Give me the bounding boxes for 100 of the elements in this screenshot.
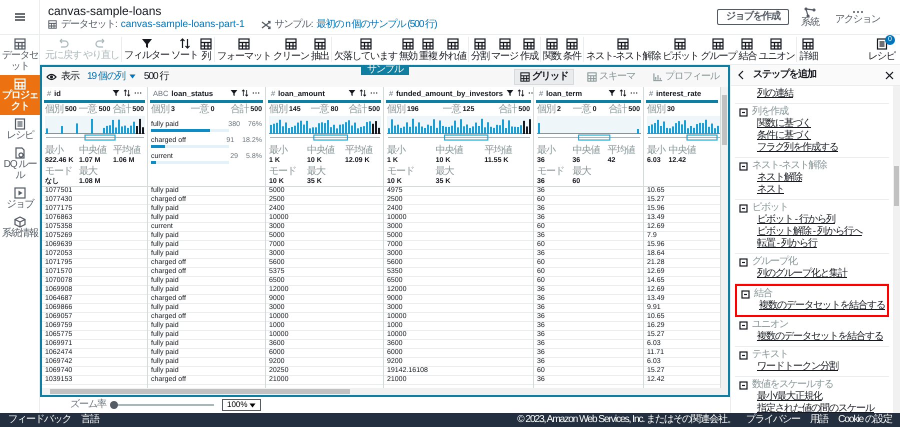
toolbar-button[interactable]: 抽出 xyxy=(310,38,330,62)
table-icon xyxy=(587,72,597,82)
toolbar-button[interactable]: 作成 xyxy=(519,38,539,62)
close-icon[interactable] xyxy=(885,70,894,80)
action-button[interactable]: アクション xyxy=(831,9,884,26)
footer-link[interactable]: プライバシー xyxy=(746,413,800,427)
sidebar-item[interactable]: 系統情報 xyxy=(0,213,40,242)
toolbar-button[interactable]: 欠落しています xyxy=(333,38,398,62)
toolbar-button[interactable]: ソート xyxy=(170,38,199,62)
filter-icon xyxy=(140,38,152,50)
step-link[interactable]: ピボット - 行から列 xyxy=(739,214,835,226)
footer-link[interactable]: 言語 xyxy=(81,413,99,427)
square-icon xyxy=(739,108,748,117)
square-icon xyxy=(739,380,748,390)
step-link[interactable]: 関数に基づく xyxy=(739,118,811,130)
play-icon xyxy=(14,187,26,200)
sample-tab[interactable]: サンプル xyxy=(361,64,409,75)
toolbar-button[interactable]: 無効 xyxy=(398,38,418,62)
stat-label: 最小 xyxy=(647,144,665,156)
view-tab[interactable]: グリッド xyxy=(514,68,574,85)
toolbar-button[interactable]: フィルター xyxy=(123,38,170,62)
footer-link[interactable]: フィードバック xyxy=(8,413,71,427)
count-label: 一意 xyxy=(78,104,97,116)
filter-icon[interactable] xyxy=(230,89,238,98)
step-link[interactable]: 複数のデータセットを結合する xyxy=(741,300,885,312)
step-link[interactable]: フラグ列を作成する xyxy=(739,142,838,154)
dataset-link[interactable]: canvas-sample-loans-part-1 xyxy=(120,18,245,31)
toolbar-button[interactable]: 外れ値 xyxy=(438,38,467,62)
sidebar-item[interactable]: DQ ルール xyxy=(0,144,40,184)
table-icon xyxy=(712,38,724,50)
sidebar-item[interactable]: ジョブ xyxy=(0,184,40,214)
range-selector[interactable] xyxy=(269,134,381,141)
sidebar-item[interactable]: レシピ xyxy=(0,115,40,144)
toolbar-button[interactable]: 詳細 xyxy=(798,38,818,62)
toolbar-button[interactable]: 条件 xyxy=(562,38,582,62)
filter-icon[interactable] xyxy=(506,89,514,98)
columns-dropdown[interactable]: 19 個の列 xyxy=(87,70,136,83)
horizontal-scrollbar[interactable] xyxy=(42,388,728,395)
filter-icon[interactable] xyxy=(608,89,616,98)
toolbar-button[interactable]: 重複 xyxy=(418,38,438,62)
group-title: ネスト-ネスト解除 xyxy=(752,160,826,172)
sample-link[interactable]: 最初の n 個のサンプル (500 行) xyxy=(316,18,437,31)
step-link[interactable]: 複数のデータセットを結合する xyxy=(739,331,883,344)
toolbar-button[interactable]: 結合 xyxy=(737,38,758,62)
cube-icon xyxy=(14,216,26,228)
toolbar-button[interactable]: 関数 xyxy=(542,38,562,62)
toolbar-button[interactable]: ピボット xyxy=(661,38,700,62)
step-link[interactable]: 最小/最大正規化 xyxy=(739,391,822,404)
step-link[interactable]: 列の連結 xyxy=(739,88,793,100)
sidebar-item[interactable]: データセット xyxy=(0,35,40,76)
sort-icon[interactable] xyxy=(516,89,525,98)
sort-icon[interactable] xyxy=(359,89,367,98)
step-link[interactable]: ネスト xyxy=(739,184,784,196)
stat-label: モード xyxy=(537,166,564,177)
toolbar-button[interactable]: ユニオン xyxy=(757,38,796,62)
zoom-dropdown[interactable]: 100% xyxy=(222,399,262,411)
step-link[interactable]: 転置 - 列から行 xyxy=(739,238,817,250)
group-title: グループ化 xyxy=(752,256,797,268)
range-selector[interactable] xyxy=(45,134,145,141)
toolbar-button[interactable]: マージ xyxy=(490,38,519,62)
filter-icon[interactable] xyxy=(112,89,120,98)
vertical-scrollbar[interactable] xyxy=(893,86,900,413)
slider-thumb[interactable] xyxy=(110,401,118,409)
step-link[interactable]: 条件に基づく xyxy=(739,130,811,142)
scroll-thumb[interactable] xyxy=(722,94,727,145)
range-selector[interactable] xyxy=(387,134,531,141)
step-link[interactable]: 列のグループ化と集計 xyxy=(739,268,847,280)
sort-icon[interactable] xyxy=(241,89,249,98)
step-link[interactable]: ピボット解除 - 列から行へ xyxy=(739,226,862,238)
toolbar-button[interactable]: 分割 xyxy=(470,38,490,62)
back-icon[interactable] xyxy=(737,70,745,80)
create-job-button[interactable]: ジョブを作成 xyxy=(717,9,789,26)
scroll-thumb[interactable] xyxy=(894,166,899,206)
action-button[interactable]: 系統 xyxy=(797,6,823,28)
stat-label: 最大 xyxy=(79,166,97,177)
footer-link[interactable]: Cookie の設定 xyxy=(838,413,892,427)
toolbar-button[interactable]: グループ xyxy=(699,38,738,62)
count-label: 合計 xyxy=(230,104,248,116)
vertical-scrollbar[interactable] xyxy=(721,86,728,388)
step-link[interactable]: ワードトークン分割 xyxy=(739,361,838,374)
footer-link[interactable]: 用語 xyxy=(810,413,828,427)
sort-icon[interactable] xyxy=(619,89,627,98)
step-link[interactable]: ネスト解除 xyxy=(739,172,802,184)
more-icon xyxy=(852,9,864,16)
toolbar-button[interactable]: ネスト-ネスト解除 xyxy=(585,38,662,62)
range-selector[interactable] xyxy=(537,134,641,141)
count-label: 個別 xyxy=(647,104,665,116)
scroll-thumb[interactable] xyxy=(50,389,350,394)
range-selector[interactable] xyxy=(647,134,720,141)
panel-title: ステップを追加 xyxy=(753,69,818,82)
group-title: テキスト xyxy=(752,349,788,362)
toolbar-button[interactable]: 列 xyxy=(199,38,213,62)
table-icon xyxy=(422,38,434,50)
toolbar-button[interactable]: フォーマット xyxy=(216,38,272,62)
menu-icon[interactable] xyxy=(14,12,26,22)
document-icon xyxy=(14,118,26,130)
sort-icon[interactable] xyxy=(123,89,131,98)
step-link[interactable]: 指定された値の間のスケール xyxy=(739,403,874,413)
toolbar-button[interactable]: クリーン xyxy=(272,38,310,62)
filter-icon[interactable] xyxy=(348,89,356,98)
